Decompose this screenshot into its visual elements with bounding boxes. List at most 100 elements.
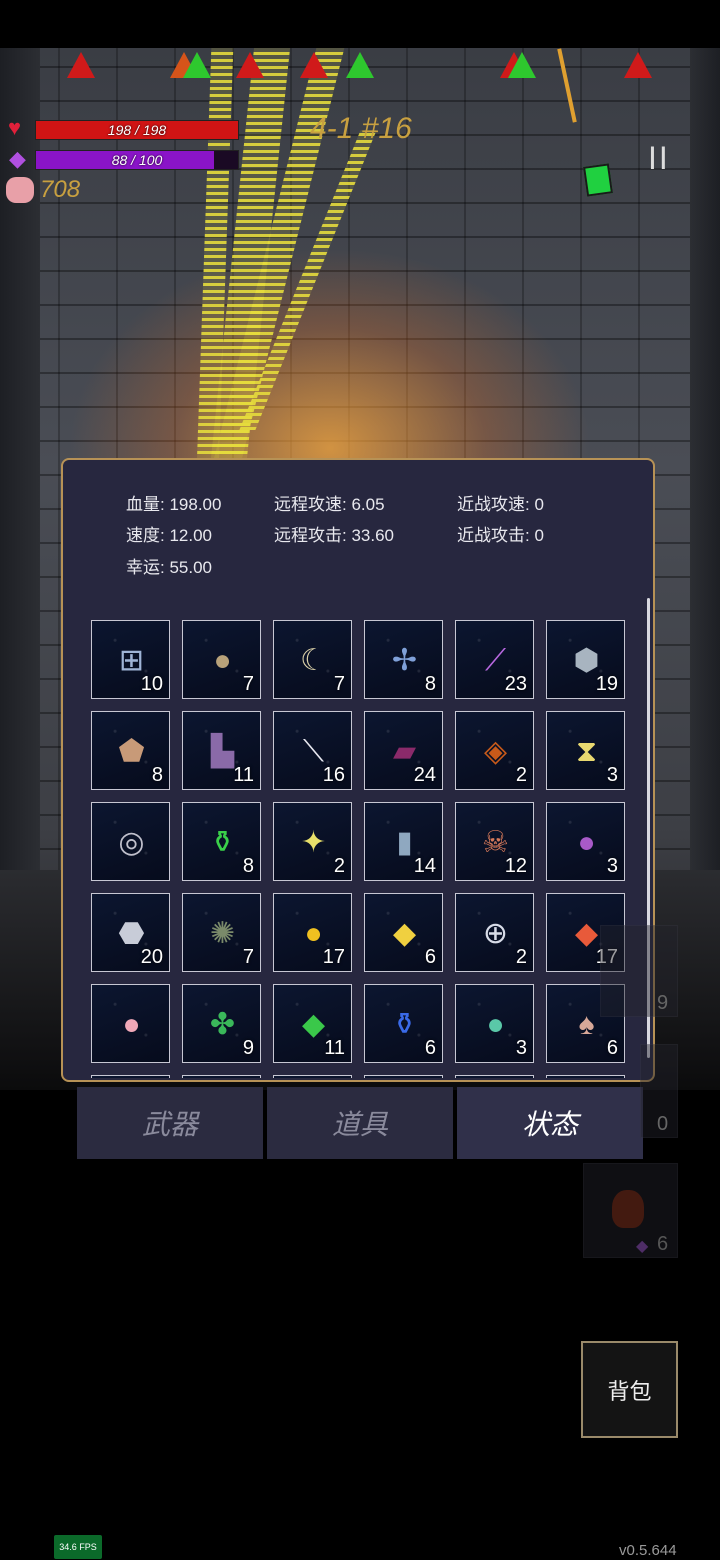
tab-items[interactable]: 道具 bbox=[267, 1087, 453, 1159]
stage-indicator: 4-1 #16 bbox=[310, 112, 412, 145]
pig-coin-icon bbox=[6, 177, 34, 203]
stat-label: 速度: bbox=[126, 526, 165, 545]
item-count: 3 bbox=[606, 855, 618, 877]
item-count: 16 bbox=[322, 764, 345, 786]
stat-value: 6.05 bbox=[351, 495, 385, 514]
item-count: 10 bbox=[140, 673, 163, 695]
inventory-slot[interactable]: ⬟ 8 bbox=[91, 711, 170, 790]
bag-button[interactable]: 背包 bbox=[581, 1341, 678, 1438]
stat-label: 幸运: bbox=[126, 558, 165, 577]
item-count: 8 bbox=[242, 855, 254, 877]
inventory-slot[interactable]: ▰ 24 bbox=[364, 711, 443, 790]
inventory-slot[interactable] bbox=[91, 1075, 170, 1078]
item-count: 14 bbox=[413, 855, 436, 877]
inventory-slot[interactable] bbox=[546, 1075, 625, 1078]
stat-label: 近战攻速: bbox=[457, 495, 530, 514]
inventory-slot[interactable]: ◆ 6 bbox=[364, 893, 443, 972]
inventory-slot[interactable] bbox=[182, 1075, 261, 1078]
inventory-slot[interactable]: ▙ 11 bbox=[182, 711, 261, 790]
vase-icon bbox=[612, 1190, 644, 1228]
stat-ranged-attack: 远程攻击: 33.60 bbox=[274, 521, 394, 546]
inventory-slot[interactable]: ◆ 11 bbox=[273, 984, 352, 1063]
ally-marker-icon bbox=[183, 52, 211, 78]
hp-text: 198 / 198 bbox=[107, 122, 167, 138]
inventory-slot[interactable]: ☾ 7 bbox=[273, 620, 352, 699]
inventory-slot[interactable]: ✤ 9 bbox=[182, 984, 261, 1063]
item-count: 20 bbox=[140, 946, 163, 968]
inventory-slot[interactable] bbox=[273, 1075, 352, 1078]
item-count: 23 bbox=[504, 673, 527, 695]
inventory-slot[interactable] bbox=[364, 1075, 443, 1078]
inventory-slot[interactable]: ⊕ 2 bbox=[455, 893, 534, 972]
inventory-slot[interactable] bbox=[455, 1075, 534, 1078]
quickslot-count: 6 bbox=[657, 1233, 669, 1255]
stat-label: 远程攻速: bbox=[274, 495, 347, 514]
stat-label: 远程攻击: bbox=[274, 526, 347, 545]
quickslot-count: 0 bbox=[657, 1113, 669, 1135]
item-count: 9 bbox=[242, 1037, 254, 1059]
item-count: 6 bbox=[424, 1037, 436, 1059]
mp-text: 88 / 100 bbox=[111, 152, 163, 168]
hp-bar: 198 / 198 bbox=[35, 120, 239, 140]
stat-melee-speed: 近战攻速: 0 bbox=[457, 490, 544, 515]
inventory-slot[interactable]: ✢ 8 bbox=[364, 620, 443, 699]
inventory-slot[interactable]: ● 3 bbox=[546, 802, 625, 881]
stat-melee-attack: 近战攻击: 0 bbox=[457, 521, 544, 546]
mp-bar: 88 / 100 bbox=[35, 150, 239, 170]
stat-label: 血量: bbox=[126, 495, 165, 514]
stat-value: 12.00 bbox=[169, 526, 213, 545]
tab-weapons[interactable]: 武器 bbox=[77, 1087, 263, 1159]
inventory-slot[interactable]: ✺ 7 bbox=[182, 893, 261, 972]
inventory-slot[interactable]: ⚱ 8 bbox=[182, 802, 261, 881]
inventory-slot[interactable]: ● 17 bbox=[273, 893, 352, 972]
item-count: 3 bbox=[606, 764, 618, 786]
inventory-slot[interactable]: ⟍ 16 bbox=[273, 711, 352, 790]
heart-icon: ♥ bbox=[8, 115, 22, 140]
inventory-slot[interactable]: ☠ 12 bbox=[455, 802, 534, 881]
item-count: 11 bbox=[233, 764, 254, 786]
item-count: 17 bbox=[322, 946, 345, 968]
right-wall bbox=[690, 48, 720, 948]
item-count: 2 bbox=[515, 764, 527, 786]
inventory-slot[interactable]: ◈ 2 bbox=[455, 711, 534, 790]
inventory-slot[interactable]: ◎ bbox=[91, 802, 170, 881]
stat-label: 近战攻击: bbox=[457, 526, 530, 545]
gem-small-icon: ◆ bbox=[636, 1238, 649, 1255]
mana-crystal-icon: ◆ bbox=[9, 146, 26, 171]
inventory-slot[interactable]: ⊞ 10 bbox=[91, 620, 170, 699]
inventory-slot[interactable]: ⬢ 19 bbox=[546, 620, 625, 699]
pause-button[interactable]: II bbox=[648, 140, 670, 177]
coin-count: 708 bbox=[40, 176, 81, 203]
inventory-slot[interactable]: ● 3 bbox=[455, 984, 534, 1063]
inventory-slot[interactable]: ● bbox=[91, 984, 170, 1063]
inventory-slot[interactable]: ⧗ 3 bbox=[546, 711, 625, 790]
item-count: 2 bbox=[515, 946, 527, 968]
item-grid[interactable]: ⊞ 10 ● 7 ☾ 7 ✢ 8 ⟋ 23 ⬢ 19 ⬟ 8 ▙ 11 ⟍ 16 ▰ 24 ◈ 2 ⧗ 3 ◎ ⚱ 8 ✦ 2 ▮ 14 ☠ 1… bbox=[91, 620, 631, 1078]
inventory-slot[interactable]: ⬣ 20 bbox=[91, 893, 170, 972]
stat-value: 0 bbox=[534, 526, 544, 545]
enemy-marker-icon bbox=[300, 52, 328, 78]
item-count: 7 bbox=[242, 946, 254, 968]
item-count: 11 bbox=[324, 1037, 345, 1059]
item-count: 2 bbox=[333, 855, 345, 877]
inventory-slot[interactable]: ✦ 2 bbox=[273, 802, 352, 881]
tab-status[interactable]: 状态 bbox=[457, 1087, 643, 1159]
stat-value: 33.60 bbox=[351, 526, 395, 545]
enemy-marker-icon bbox=[624, 52, 652, 78]
stat-value: 198.00 bbox=[169, 495, 222, 514]
piggy-bank-icon: ● bbox=[122, 1007, 141, 1041]
item-count: 3 bbox=[515, 1037, 527, 1059]
item-count: 12 bbox=[504, 855, 527, 877]
inventory-slot[interactable]: ⟋ 23 bbox=[455, 620, 534, 699]
item-count: 6 bbox=[424, 946, 436, 968]
ring-icon: ◎ bbox=[118, 826, 145, 859]
ally-marker-icon bbox=[346, 52, 374, 78]
item-count: 19 bbox=[595, 673, 618, 695]
inventory-slot[interactable]: ● 7 bbox=[182, 620, 261, 699]
inventory-slot[interactable]: ▮ 14 bbox=[364, 802, 443, 881]
enemy-marker-icon bbox=[236, 52, 264, 78]
stat-speed: 速度: 12.00 bbox=[126, 521, 212, 546]
item-count: 6 bbox=[606, 1037, 618, 1059]
inventory-slot[interactable]: ⚱ 6 bbox=[364, 984, 443, 1063]
player-character bbox=[583, 163, 613, 197]
